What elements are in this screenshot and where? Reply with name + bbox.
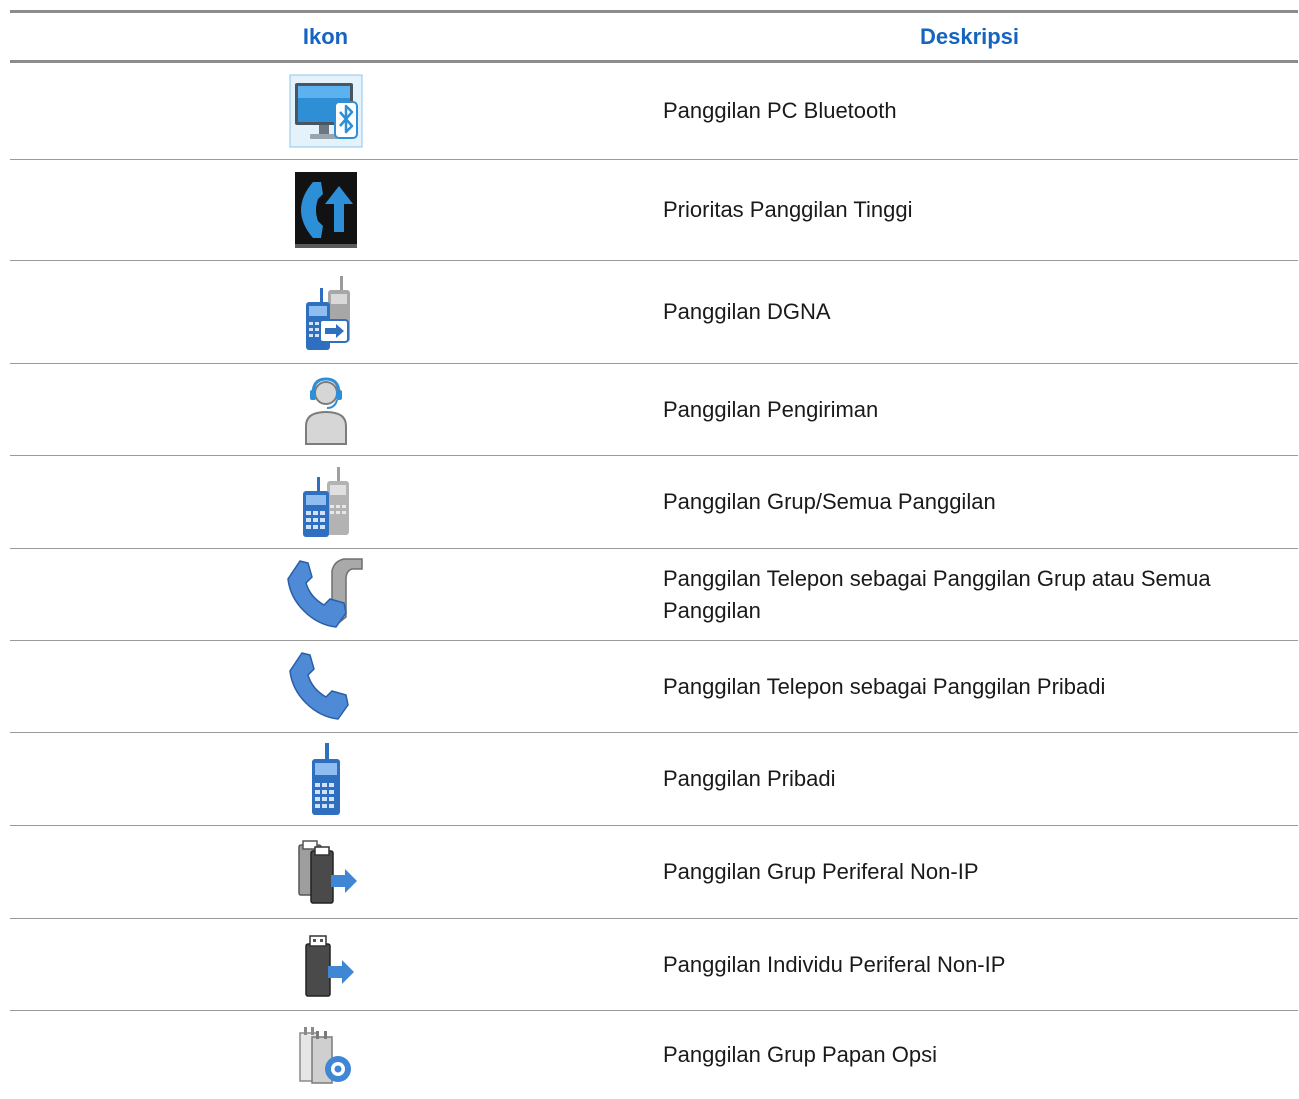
row-description: Panggilan Pengiriman — [663, 396, 879, 422]
table-row: Panggilan DGNA — [10, 261, 1298, 364]
row-description: Panggilan DGNA — [663, 299, 831, 324]
high-priority-call-icon — [294, 172, 357, 248]
table-row: Panggilan Grup Periferal Non-IP — [10, 826, 1298, 919]
option-board-group-call-icon — [298, 1027, 351, 1084]
dispatch-call-icon — [304, 376, 347, 445]
row-description: Prioritas Panggilan Tinggi — [663, 197, 913, 222]
table-row: Panggilan Pengiriman — [10, 364, 1298, 456]
table-row: Panggilan Pribadi — [10, 733, 1298, 826]
table-header: Ikon Deskripsi — [10, 13, 1298, 60]
row-description: Panggilan PC Bluetooth — [663, 98, 897, 123]
table-row: Panggilan Telepon sebagai Panggilan Prib… — [10, 641, 1298, 733]
row-description: Panggilan Pribadi — [663, 766, 836, 791]
non-ip-peripheral-group-call-icon — [297, 840, 357, 904]
group-call-icon — [302, 467, 349, 537]
table-row: Panggilan Individu Periferal Non-IP — [10, 919, 1298, 1011]
icon-table: Ikon Deskripsi Panggilan PC Bluetooth Pr… — [10, 10, 1298, 1099]
table-row: Panggilan PC Bluetooth — [10, 63, 1298, 160]
phone-group-call-icon — [286, 557, 363, 628]
row-description: Panggilan Grup/Semua Panggilan — [663, 489, 996, 514]
dgna-call-icon — [305, 276, 350, 350]
bluetooth-pc-icon — [289, 74, 362, 148]
table-row: Prioritas Panggilan Tinggi — [10, 160, 1298, 261]
private-call-icon — [311, 743, 340, 815]
row-description: Panggilan Grup Periferal Non-IP — [663, 859, 979, 884]
table-row: Panggilan Telepon sebagai Panggilan Grup… — [10, 549, 1298, 641]
table-row: Panggilan Grup Papan Opsi — [10, 1011, 1298, 1099]
table-row: Panggilan Grup/Semua Panggilan — [10, 456, 1298, 549]
row-description: Panggilan Telepon sebagai Panggilan Grup… — [663, 565, 1211, 623]
header-icon: Ikon — [302, 23, 349, 49]
non-ip-peripheral-individual-call-icon — [304, 934, 354, 997]
row-description: Panggilan Grup Papan Opsi — [663, 1042, 937, 1067]
phone-private-call-icon — [288, 651, 349, 720]
row-description: Panggilan Individu Periferal Non-IP — [663, 951, 1006, 977]
header-description: Deskripsi — [919, 23, 1020, 49]
row-description: Panggilan Telepon sebagai Panggilan Prib… — [663, 673, 1106, 699]
